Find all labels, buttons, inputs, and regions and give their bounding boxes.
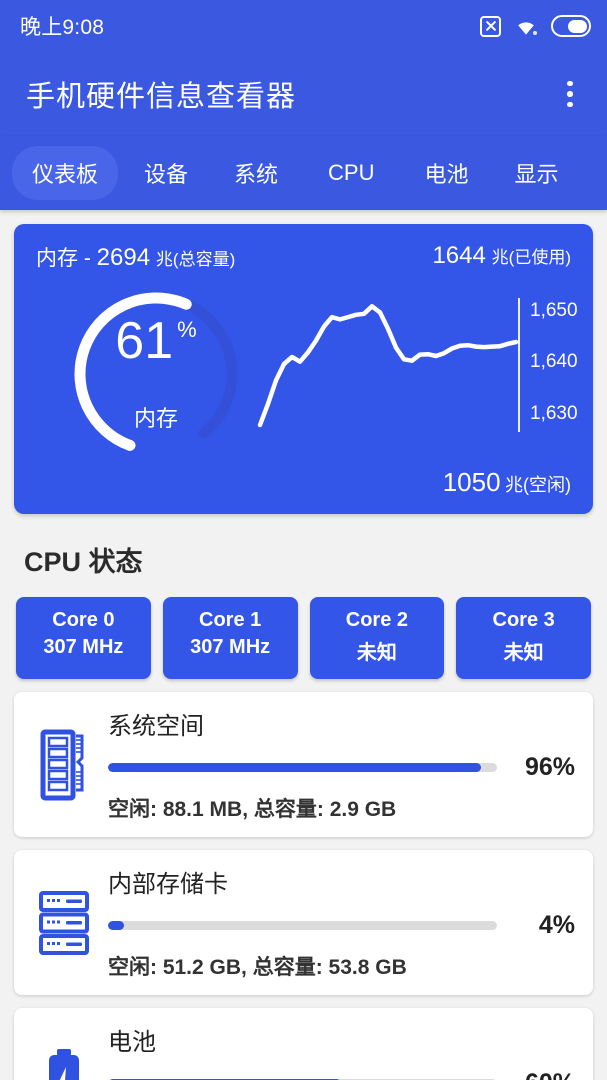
no-sim-icon — [480, 15, 501, 37]
cpu-core-1[interactable]: Core 1 307 MHz — [162, 597, 298, 679]
overflow-menu-icon[interactable] — [555, 77, 585, 111]
app-bar: 手机硬件信息查看器 — [0, 52, 607, 136]
memory-used: 1644 兆(已使用) — [432, 242, 571, 272]
memory-free: 1050 兆(空闲) — [443, 467, 571, 498]
memory-total-prefix: 内存 - — [36, 247, 97, 270]
system-space-body: 系统空间 96% 空闲: 88.1 MB, 总容量: 2.9 GB — [100, 706, 575, 823]
memory-gauge-value-wrap: 61% — [115, 315, 196, 367]
memory-gauge-center: 61% 内存 — [66, 284, 246, 464]
system-space-percent: 96% — [524, 753, 575, 781]
battery-title: 电池 — [108, 1029, 156, 1056]
system-space-progress-fill — [108, 763, 482, 772]
cpu-core-3-name: Core 3 — [492, 609, 555, 631]
internal-storage-body: 内部存储卡 4% 空闲: 51.2 GB, 总容量: 53.8 GB — [100, 864, 575, 981]
dashboard-content: 内存 - 2694 兆(总容量) 1644 兆(已使用) 61% 内存 1,65… — [0, 224, 607, 1080]
battery-card[interactable]: 电池 60% 电压:4200 mV, 温度:36.0 °C — [14, 1008, 593, 1080]
tab-device[interactable]: 设备 — [124, 146, 208, 200]
cpu-core-3[interactable]: Core 3 未知 — [456, 597, 591, 679]
internal-storage-detail: 空闲: 51.2 GB, 总容量: 53.8 GB — [108, 956, 407, 979]
system-space-detail: 空闲: 88.1 MB, 总容量: 2.9 GB — [108, 798, 397, 821]
internal-storage-card[interactable]: 内部存储卡 4% 空闲: 51.2 GB, 总容量: 53.8 GB — [14, 850, 593, 995]
page-title: 手机硬件信息查看器 — [26, 81, 297, 113]
tab-display[interactable]: 显示 — [495, 146, 579, 200]
system-space-title: 系统空间 — [108, 713, 204, 740]
internal-storage-progress-fill — [108, 921, 124, 930]
internal-storage-title: 内部存储卡 — [108, 871, 228, 898]
internal-storage-progress-track — [108, 921, 497, 930]
tab-bar: 仪表板 设备 系统 CPU 电池 显示 — [0, 136, 607, 210]
memory-gauge-label: 内存 — [133, 406, 178, 431]
memory-used-unit: 兆(已使用) — [491, 248, 571, 267]
memory-line-chart: 1,650 1,640 1,630 — [254, 282, 584, 442]
cpu-core-0-value: 307 MHz — [43, 636, 124, 658]
tab-dashboard[interactable]: 仪表板 — [12, 146, 119, 200]
tab-cpu[interactable]: CPU — [304, 149, 398, 197]
system-space-progress-track — [108, 763, 497, 772]
cpu-core-list: Core 0 307 MHz Core 1 307 MHz Core 2 未知 … — [0, 579, 607, 679]
status-bar-clock: 晚上9:08 — [20, 16, 105, 39]
chart-ytick-1650: 1,650 — [530, 300, 578, 321]
chart-ytick-1630: 1,630 — [530, 403, 578, 424]
memory-free-unit: 兆(空闲) — [505, 475, 571, 495]
wifi-icon — [518, 21, 537, 35]
memory-card-header: 内存 - 2694 兆(总容量) 1644 兆(已使用) — [14, 224, 593, 272]
chart-ytick-1640: 1,640 — [530, 351, 578, 372]
cpu-core-1-name: Core 1 — [199, 609, 262, 631]
internal-storage-percent: 4% — [538, 911, 575, 939]
memory-gauge-percent-symbol: % — [177, 317, 197, 342]
battery-body: 电池 60% 电压:4200 mV, 温度:36.0 °C — [100, 1022, 575, 1080]
memory-total: 内存 - 2694 兆(总容量) — [36, 242, 235, 272]
internal-storage-icon — [28, 890, 100, 956]
tab-battery[interactable]: 电池 — [405, 146, 489, 200]
memory-total-value: 2694 — [96, 244, 151, 271]
app-root: 晚上9:08 手机硬件信息查看器 仪表板 设备 系统 CPU 电池 显示 内存 … — [0, 0, 607, 1080]
system-space-progress-row: 96% — [108, 753, 575, 782]
cpu-core-0-name: Core 0 — [52, 609, 115, 631]
internal-storage-progress-row: 4% — [108, 911, 575, 940]
cpu-section-title: CPU 状态 — [24, 547, 143, 577]
cpu-core-2-value: 未知 — [356, 642, 397, 664]
battery-progress-row: 60% — [108, 1069, 575, 1080]
memory-card: 内存 - 2694 兆(总容量) 1644 兆(已使用) 61% 内存 1,65… — [14, 224, 593, 514]
cpu-core-2[interactable]: Core 2 未知 — [309, 597, 445, 679]
status-bar: 晚上9:08 — [0, 0, 607, 52]
battery-charging-icon — [28, 1047, 100, 1080]
ram-stick-icon — [28, 728, 100, 802]
memory-total-unit: 兆(总容量) — [155, 250, 236, 269]
cpu-core-2-name: Core 2 — [345, 609, 408, 631]
battery-icon — [551, 15, 591, 37]
status-bar-icons — [480, 15, 591, 37]
tab-system[interactable]: 系统 — [214, 146, 298, 200]
cpu-core-0[interactable]: Core 0 307 MHz — [16, 597, 151, 679]
memory-used-value: 1644 — [432, 242, 486, 269]
memory-gauge: 61% 内存 — [66, 284, 246, 464]
battery-percent: 60% — [513, 1069, 575, 1080]
memory-free-value: 1050 — [442, 467, 501, 497]
cpu-core-3-value: 未知 — [503, 642, 544, 664]
memory-gauge-value: 61 — [115, 312, 174, 370]
cpu-core-1-value: 307 MHz — [190, 636, 271, 658]
system-space-card[interactable]: 系统空间 96% 空闲: 88.1 MB, 总容量: 2.9 GB — [14, 692, 593, 837]
